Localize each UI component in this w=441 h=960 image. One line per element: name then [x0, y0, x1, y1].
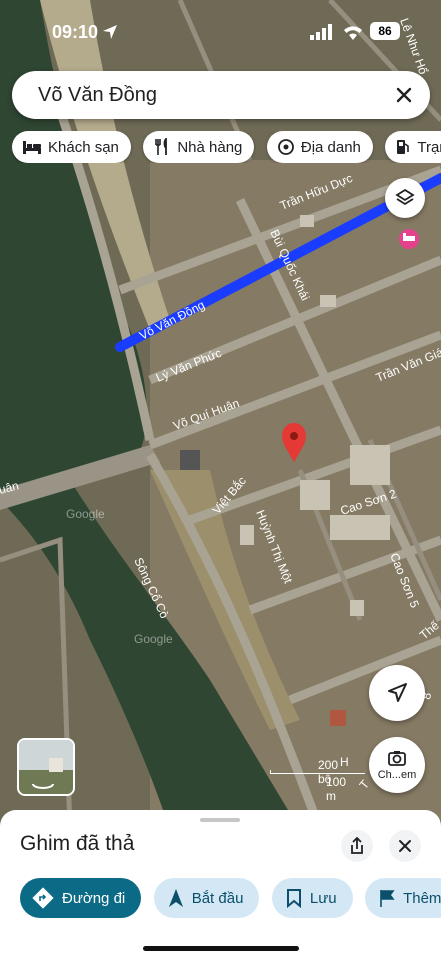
sheet-handle[interactable] — [200, 818, 240, 822]
share-icon — [351, 837, 363, 854]
camera-button[interactable]: Ch...em — [369, 737, 425, 793]
google-watermark: Google — [134, 632, 173, 646]
close-icon — [399, 840, 411, 852]
search-bar[interactable]: Võ Văn Đồng — [12, 71, 430, 119]
gas-station-icon — [397, 140, 410, 154]
status-time: 09:10 — [52, 22, 99, 42]
bookmark-icon — [286, 889, 301, 908]
chip-label: Trạm xă — [417, 138, 441, 156]
add-label-button[interactable]: Thêm — [365, 878, 441, 918]
chip-label: Khách sạn — [48, 138, 119, 156]
scale-bar — [270, 770, 365, 774]
camera-icon — [388, 751, 406, 766]
location-arrow-icon — [103, 25, 117, 39]
street-label: H — [340, 755, 349, 769]
chip-gas-stations[interactable]: Trạm xă — [385, 131, 441, 163]
layers-icon — [395, 188, 415, 206]
search-query[interactable]: Võ Văn Đồng — [38, 84, 157, 107]
google-watermark: Google — [66, 507, 105, 521]
category-chips: Khách sạn Nhà hàng Địa danh Trạm xă — [12, 131, 441, 163]
fork-knife-icon — [155, 138, 168, 155]
street-view-image — [19, 740, 73, 794]
bed-icon — [23, 141, 41, 154]
home-indicator[interactable] — [143, 946, 299, 951]
my-location-button[interactable] — [369, 665, 425, 721]
street-view-thumbnail[interactable] — [17, 738, 75, 796]
status-bar: 09:10 86 — [0, 0, 441, 60]
chip-label: Nhà hàng — [177, 138, 243, 156]
battery-indicator: 86 — [370, 22, 400, 40]
chip-restaurants[interactable]: Nhà hàng — [143, 131, 255, 163]
action-label: Thêm — [403, 889, 441, 907]
share-button[interactable] — [341, 830, 373, 862]
action-label: Đường đi — [62, 889, 126, 907]
place-sheet[interactable]: Ghim đã thả Đường đi Bắt đầu Lưu Thêm — [0, 810, 441, 960]
hotel-marker-icon[interactable] — [399, 229, 419, 249]
flag-icon — [380, 890, 395, 907]
sheet-title: Ghim đã thả — [20, 832, 135, 855]
action-buttons: Đường đi Bắt đầu Lưu Thêm — [20, 878, 441, 918]
landmark-icon — [277, 139, 294, 155]
layers-button[interactable] — [385, 178, 425, 218]
action-label: Lưu — [309, 889, 337, 907]
action-label: Bắt đầu — [191, 889, 244, 907]
start-button[interactable]: Bắt đầu — [153, 878, 260, 918]
close-icon[interactable] — [392, 83, 416, 107]
chip-label: Địa danh — [300, 138, 361, 156]
scale-metric: 100 m — [326, 775, 347, 803]
chip-hotels[interactable]: Khách sạn — [12, 131, 131, 163]
navigation-arrow-icon — [168, 889, 183, 907]
close-sheet-button[interactable] — [389, 830, 421, 862]
save-button[interactable]: Lưu — [271, 878, 353, 918]
cellular-signal-icon — [310, 24, 332, 40]
chip-landmarks[interactable]: Địa danh — [266, 131, 373, 163]
navigation-arrow-icon — [388, 683, 407, 702]
wifi-icon — [344, 26, 362, 40]
directions-icon — [32, 887, 54, 909]
camera-button-label: Ch...em — [377, 769, 417, 781]
directions-button[interactable]: Đường đi — [20, 878, 142, 918]
